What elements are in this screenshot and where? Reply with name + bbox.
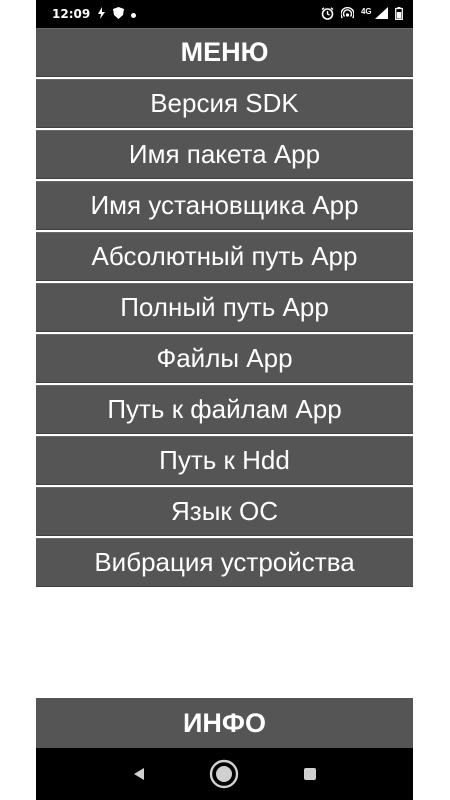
menu-item-app-files[interactable]: Файлы App (36, 334, 413, 383)
flash-icon (97, 7, 106, 21)
menu-item-device-vibration[interactable]: Вибрация устройства (36, 538, 413, 587)
navigation-bar (36, 748, 413, 800)
dot-icon (131, 8, 137, 20)
menu-item-os-language[interactable]: Язык ОС (36, 487, 413, 536)
menu-item-absolute-path[interactable]: Абсолютный путь App (36, 232, 413, 281)
home-button[interactable] (206, 756, 242, 792)
home-icon (210, 759, 239, 789)
phone-screen: 12:09 4G МЕНЮ Версия SDK Имя пакета App … (36, 0, 413, 800)
menu-item-package-name[interactable]: Имя пакета App (36, 130, 413, 179)
status-left: 12:09 (52, 7, 137, 21)
status-bar: 12:09 4G (36, 0, 413, 28)
hotspot-icon (340, 6, 355, 21)
alarm-icon (321, 6, 334, 22)
recents-icon (304, 768, 317, 780)
shield-icon (113, 7, 125, 21)
status-time: 12:09 (52, 7, 91, 21)
network-type-label: 4G (360, 7, 372, 16)
back-icon (133, 768, 144, 780)
menu-item-sdk-version[interactable]: Версия SDK (36, 79, 413, 128)
info-label: ИНФО (183, 707, 266, 738)
menu-list: МЕНЮ Версия SDK Имя пакета App Имя устан… (36, 28, 413, 589)
battery-icon (395, 6, 403, 22)
status-right: 4G (321, 6, 403, 22)
info-bar[interactable]: ИНФО (36, 698, 413, 748)
recents-button[interactable] (292, 756, 328, 792)
menu-title: МЕНЮ (36, 28, 413, 77)
back-button[interactable] (121, 756, 157, 792)
menu-item-hdd-path[interactable]: Путь к Hdd (36, 436, 413, 485)
signal-icon: 4G (361, 7, 388, 21)
menu-item-full-path[interactable]: Полный путь App (36, 283, 413, 332)
menu-item-files-path[interactable]: Путь к файлам App (36, 385, 413, 434)
menu-item-installer-name[interactable]: Имя установщика App (36, 181, 413, 230)
